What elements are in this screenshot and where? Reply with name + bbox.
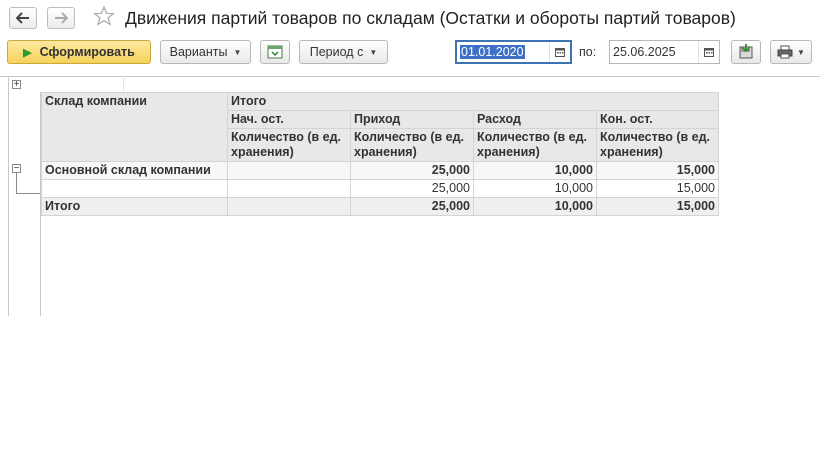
header-col: Приход [350, 110, 474, 129]
cell: 15,000 [595, 197, 720, 216]
cell: 25,000 [350, 179, 474, 198]
date-to-value[interactable]: 25.06.2025 [610, 45, 698, 59]
cell: 25,000 [350, 161, 474, 180]
cell: 10,000 [473, 197, 597, 216]
header-unit: Количество (в ед. хранения) [595, 128, 720, 162]
arrow-right-icon [55, 12, 68, 24]
gutter-left-border [8, 76, 9, 316]
row-name: Основной склад компании [41, 161, 228, 180]
chevron-down-icon: ▼ [233, 47, 242, 57]
printer-icon [777, 45, 793, 59]
generate-label: Сформировать [39, 45, 135, 59]
cell: 15,000 [595, 161, 720, 180]
to-label: по: [579, 45, 597, 59]
header-unit: Количество (в ед. хранения) [473, 128, 597, 162]
cell: 15,000 [595, 179, 720, 198]
total-name: Итого [41, 197, 228, 216]
grouping-strip [8, 76, 124, 92]
tree-line [16, 193, 40, 194]
header-row-dimension: Склад компании [41, 92, 228, 162]
header-col: Расход [473, 110, 597, 129]
calendar-icon[interactable] [549, 42, 570, 62]
table-row[interactable]: Основной склад компании 25,000 10,000 15… [41, 161, 720, 180]
settings-form-icon [267, 45, 283, 59]
header-group-total: Итого [226, 92, 720, 111]
header-unit: Количество (в ед. хранения) [227, 128, 351, 162]
generate-button[interactable]: ▶ Сформировать [7, 40, 151, 64]
date-to-field[interactable]: 25.06.2025 [609, 40, 720, 64]
calendar-icon[interactable] [698, 41, 719, 63]
save-report-button[interactable] [731, 40, 761, 64]
cell: 10,000 [473, 179, 597, 198]
header-col: Нач. ост. [227, 110, 351, 129]
collapse-group-icon[interactable]: − [12, 164, 21, 174]
period-label: Период с [309, 45, 364, 59]
cell [227, 179, 351, 198]
period-button[interactable]: Период с ▼ [299, 40, 388, 64]
print-button[interactable]: ▼ [770, 40, 812, 64]
chevron-down-icon: ▼ [369, 47, 378, 57]
row-name [41, 179, 228, 198]
cell [227, 197, 351, 216]
forward-button[interactable] [47, 7, 75, 29]
report-table: Склад компании Итого Нач. ост. Приход Ра… [41, 92, 720, 216]
save-icon [739, 44, 753, 59]
header-col: Кон. ост. [595, 110, 720, 129]
window-title: Движения партий товаров по складам (Оста… [125, 8, 736, 28]
header-unit: Количество (в ед. хранения) [350, 128, 474, 162]
arrow-left-icon [16, 12, 29, 24]
back-button[interactable] [9, 7, 37, 29]
expand-all-icon[interactable]: + [12, 80, 21, 90]
cell: 10,000 [473, 161, 597, 180]
tree-line [16, 173, 17, 193]
chevron-down-icon: ▼ [797, 47, 805, 57]
variants-label: Варианты [169, 45, 228, 59]
total-row[interactable]: Итого 25,000 10,000 15,000 [41, 197, 720, 216]
cell [227, 161, 351, 180]
table-row[interactable]: 25,000 10,000 15,000 [41, 179, 720, 198]
date-from-field[interactable]: 01.01.2020 [455, 40, 572, 64]
variants-button[interactable]: Варианты ▼ [160, 40, 251, 64]
date-from-value[interactable]: 01.01.2020 [460, 45, 525, 59]
cell: 25,000 [350, 197, 474, 216]
play-icon: ▶ [23, 46, 32, 59]
settings-button[interactable] [260, 40, 290, 64]
favorite-star-icon[interactable] [92, 5, 116, 30]
